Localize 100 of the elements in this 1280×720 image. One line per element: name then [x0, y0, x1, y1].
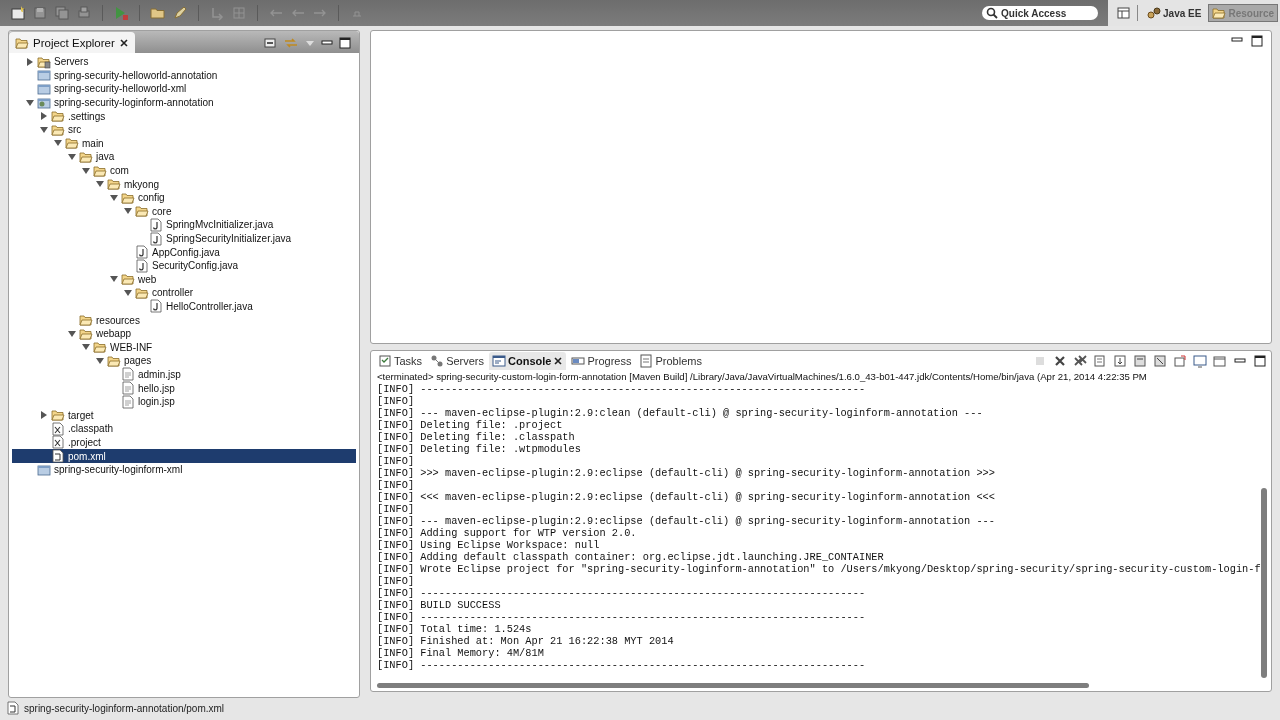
tree-item[interactable]: .project — [12, 435, 356, 450]
pin-console-icon[interactable] — [1133, 354, 1147, 368]
view-tab[interactable]: Problems — [636, 352, 705, 370]
view-tab[interactable]: Tasks — [375, 352, 426, 370]
tree-item[interactable]: Servers — [12, 55, 356, 69]
collapse-arrow-icon[interactable] — [68, 329, 76, 338]
tree-item[interactable]: main — [12, 136, 356, 151]
collapse-arrow-icon[interactable] — [40, 125, 48, 134]
tree-item[interactable]: login.jsp — [12, 394, 356, 409]
tree-item[interactable]: SpringMvcInitializer.java — [12, 218, 356, 232]
tree-item[interactable]: hello.jsp — [12, 381, 356, 395]
close-icon[interactable] — [553, 356, 564, 366]
expand-arrow-icon[interactable] — [40, 112, 48, 121]
status-text: spring-security-loginform-annotation/pom.xml — [24, 702, 225, 714]
java-file-icon — [135, 245, 149, 260]
expand-arrow-icon[interactable] — [40, 411, 48, 420]
tree-item[interactable]: SpringSecurityInitializer.java — [12, 231, 356, 246]
collapse-arrow-icon[interactable] — [26, 98, 34, 107]
close-icon[interactable] — [118, 37, 129, 48]
view-tab[interactable]: Console — [489, 352, 567, 370]
new-icon[interactable] — [10, 5, 26, 21]
open-perspective-icon[interactable] — [1116, 5, 1133, 21]
pencil-icon[interactable] — [172, 5, 188, 21]
tree-item[interactable]: .settings — [12, 109, 356, 123]
tree-item[interactable]: SecurityConfig.java — [12, 258, 356, 273]
scroll-lock-icon[interactable] — [1113, 354, 1127, 368]
project-icon — [37, 462, 51, 477]
collapse-arrow-icon[interactable] — [82, 166, 90, 175]
java-file-icon — [149, 217, 163, 232]
tree-item[interactable]: controller — [12, 286, 356, 300]
collapse-arrow-icon[interactable] — [96, 356, 104, 365]
console-header: <terminated> spring-security-custom-login-form-annotation [Maven Build] /Library/Java/JavaVirtualMachines/1.6.0_43-b01-447.jdk/Contents/Home/bin/java (Apr 21, 2014 4:22:35 PM — [377, 371, 1148, 383]
tree-item[interactable]: AppConfig.java — [12, 245, 356, 259]
show-console-icon[interactable] — [1153, 354, 1167, 368]
maximize-icon[interactable] — [339, 36, 351, 49]
view-tab[interactable]: Project Explorer — [9, 32, 135, 53]
tree-item[interactable]: web — [12, 272, 356, 287]
remove-icon[interactable] — [1053, 354, 1067, 368]
jsp-file-icon — [121, 367, 135, 382]
tasks-icon — [378, 354, 392, 368]
tree-item[interactable]: pages — [12, 354, 356, 368]
tree-item[interactable]: target — [12, 408, 356, 423]
tree-item[interactable]: spring-security-loginform-annotation — [12, 95, 356, 110]
remove-all-icon[interactable] — [1073, 354, 1087, 368]
tree-item[interactable]: spring-security-loginform-xml — [12, 462, 356, 477]
tree-item[interactable]: WEB-INF — [12, 340, 356, 355]
tree-item[interactable]: HelloController.java — [12, 299, 356, 314]
tree-item[interactable]: spring-security-helloworld-xml — [12, 82, 356, 96]
collapse-arrow-icon[interactable] — [54, 139, 62, 148]
maximize-icon[interactable] — [1251, 35, 1263, 47]
tree-item[interactable]: core — [12, 204, 356, 219]
maximize-icon[interactable] — [1253, 354, 1267, 368]
minimize-icon[interactable] — [1231, 35, 1243, 45]
console-line: [INFO] Adding support for WTP version 2.0. — [377, 527, 638, 539]
console-line: [INFO] ------------------------------------------------------------------------ — [377, 611, 867, 623]
view-tab[interactable]: Progress — [568, 352, 635, 370]
view-tab[interactable]: Servers — [427, 352, 488, 370]
minimize-icon[interactable] — [321, 37, 333, 48]
collapse-arrow-icon[interactable] — [96, 180, 104, 189]
console-line: [INFO] — [377, 503, 416, 515]
open-console-icon[interactable] — [1173, 354, 1187, 368]
collapse-arrow-icon[interactable] — [124, 207, 132, 216]
console-icon — [492, 354, 507, 368]
console-line: [INFO] <<< maven-eclipse-plugin:2.9:eclipse (default-cli) @ spring-security-loginform-annotation <<< — [377, 491, 996, 503]
servers-icon — [430, 354, 445, 368]
tree-item[interactable]: webapp — [12, 326, 356, 341]
tree-item[interactable]: config — [12, 190, 356, 205]
tree-item[interactable]: mkyong — [12, 177, 356, 191]
java-ee-icon — [1147, 6, 1162, 20]
console-line: [INFO] Final Memory: 4M/81M — [377, 647, 545, 659]
folder-icon — [79, 149, 93, 164]
collapse-arrow-icon[interactable] — [82, 343, 90, 352]
tree-item[interactable]: java — [12, 150, 356, 164]
perspective-button[interactable]: Java EE — [1143, 4, 1206, 22]
tree-item[interactable]: .classpath — [12, 422, 356, 436]
open-folder-icon[interactable] — [150, 5, 166, 21]
save-icon[interactable] — [32, 5, 48, 21]
tree-item[interactable]: admin.jsp — [12, 367, 356, 382]
new-console-icon[interactable] — [1213, 354, 1227, 368]
quick-access-field[interactable]: Quick Access — [982, 6, 1099, 20]
collapse-arrow-icon[interactable] — [110, 275, 118, 284]
scrollbar[interactable] — [377, 683, 1089, 688]
collapse-arrow-icon[interactable] — [124, 288, 132, 297]
collapse-arrow-icon[interactable] — [68, 152, 76, 161]
expand-arrow-icon[interactable] — [26, 57, 34, 66]
project-icon — [37, 68, 51, 83]
collapse-arrow-icon[interactable] — [110, 193, 118, 202]
tree-item[interactable]: resources — [12, 313, 356, 327]
folder-icon — [1212, 6, 1227, 20]
console-line: [INFO] ------------------------------------------------------------------------ — [377, 383, 867, 395]
tree-item[interactable]: spring-security-helloworld-annotation — [12, 68, 356, 83]
java-file-icon — [149, 299, 163, 314]
console-line: [INFO] Adding default classpath container: org.eclipse.jdt.launching.JRE_CONTAINER — [377, 551, 885, 563]
folder-icon — [93, 163, 107, 178]
tree-item[interactable]: pom.xml — [12, 449, 356, 463]
tree-item[interactable]: src — [12, 122, 356, 137]
console-line: [INFO] Total time: 1.524s — [377, 623, 533, 635]
scrollbar[interactable] — [1261, 488, 1267, 678]
collapse-all-icon[interactable] — [263, 35, 277, 50]
tree-item[interactable]: com — [12, 163, 356, 178]
